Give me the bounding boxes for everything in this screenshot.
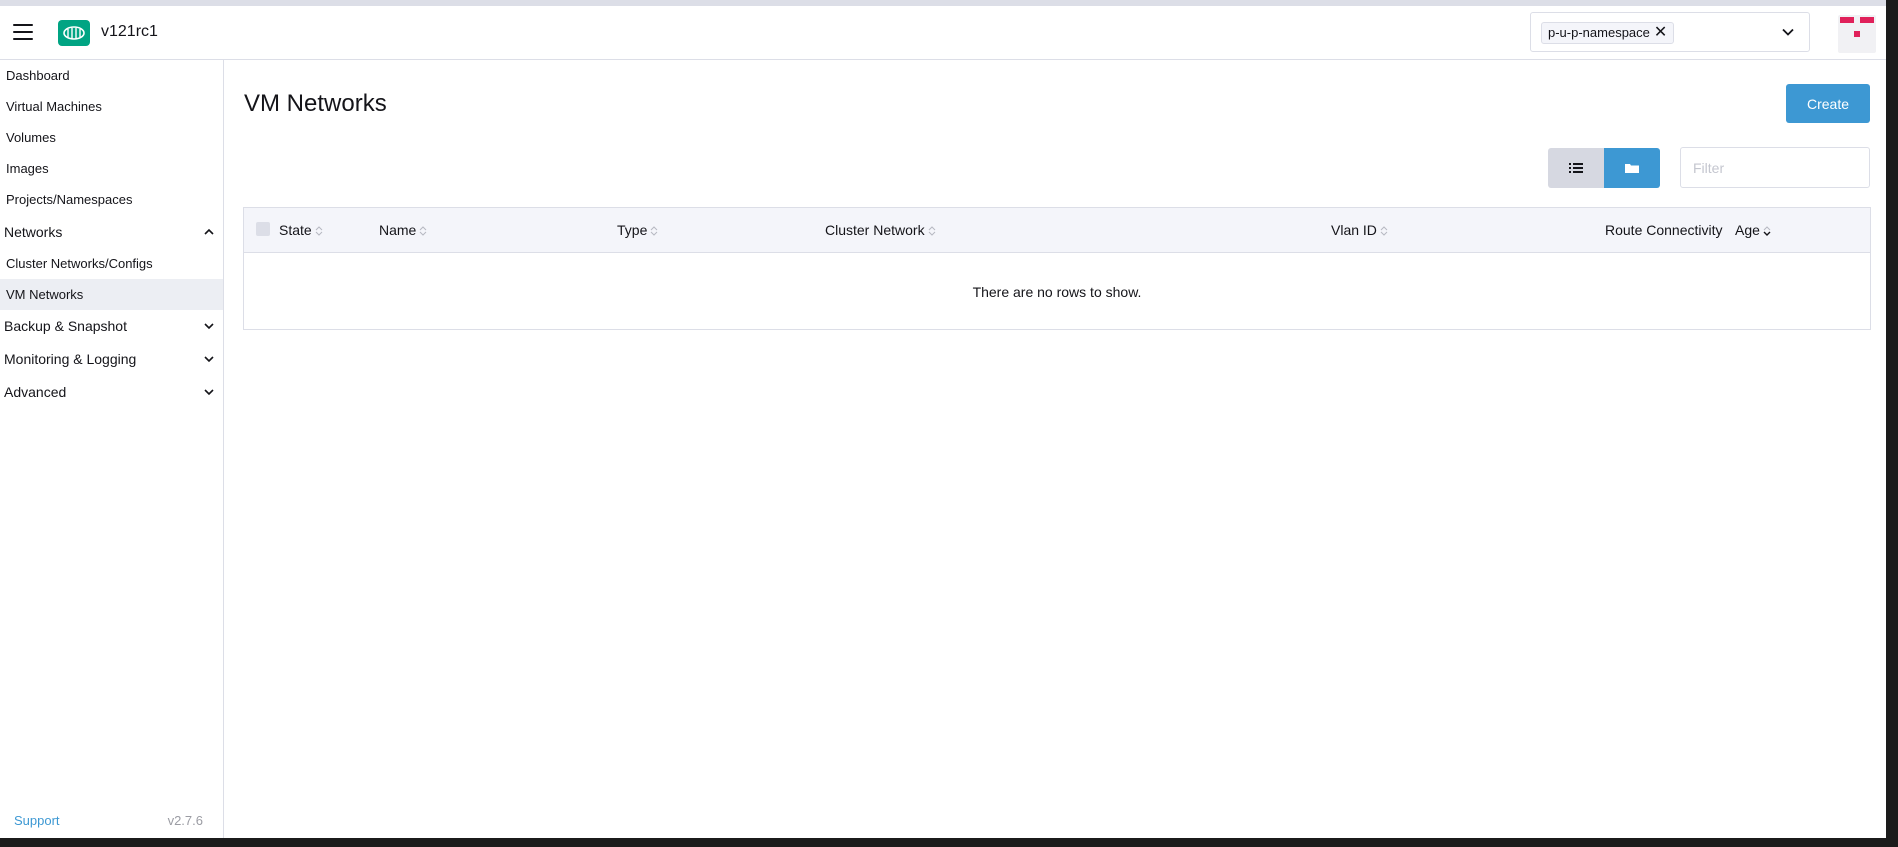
- sort-icon: [1380, 225, 1388, 236]
- column-label: Vlan ID: [1331, 222, 1377, 238]
- cluster-name: v121rc1: [101, 23, 158, 40]
- top-header: v121rc1 p-u-p-namespace ✕: [0, 0, 1886, 60]
- hamburger-icon[interactable]: [13, 24, 33, 40]
- folder-icon: [1625, 164, 1639, 173]
- sort-icon: [1763, 225, 1771, 236]
- view-mode-toggle: [1548, 148, 1660, 188]
- list-icon: [1569, 163, 1583, 173]
- sort-icon: [651, 225, 658, 236]
- sidebar-item-virtual-machines[interactable]: Virtual Machines: [0, 91, 223, 122]
- sidebar-group-networks[interactable]: Networks: [0, 216, 223, 248]
- sidebar-nav: Dashboard Virtual Machines Volumes Image…: [0, 60, 224, 838]
- namespace-chip-label: p-u-p-namespace: [1548, 25, 1650, 40]
- column-header-state[interactable]: State: [279, 208, 323, 253]
- version-label: v2.7.6: [167, 813, 203, 828]
- chevron-down-icon[interactable]: [1781, 25, 1795, 39]
- sidebar-item-dashboard[interactable]: Dashboard: [0, 60, 223, 91]
- chevron-down-icon: [204, 356, 214, 363]
- chevron-down-icon: [204, 323, 214, 330]
- user-avatar[interactable]: [1838, 15, 1876, 53]
- column-header-name[interactable]: Name: [379, 208, 427, 253]
- sidebar-group-label: Monitoring & Logging: [4, 351, 137, 367]
- sort-icon: [315, 225, 323, 236]
- sidebar-group-label: Backup & Snapshot: [4, 318, 127, 334]
- column-header-type[interactable]: Type: [617, 208, 658, 253]
- sort-icon: [928, 225, 935, 236]
- column-header-route-connectivity: Route Connectivity: [1605, 208, 1723, 253]
- table-header: State Name Type Cluster Network Vlan ID …: [244, 208, 1870, 253]
- column-label: Route Connectivity: [1605, 222, 1723, 238]
- create-button[interactable]: Create: [1786, 84, 1870, 123]
- column-label: Name: [379, 222, 417, 238]
- list-view-button[interactable]: [1548, 148, 1604, 188]
- sidebar-group-backup-snapshot[interactable]: Backup & Snapshot: [0, 310, 223, 342]
- sidebar-item-cluster-networks[interactable]: Cluster Networks/Configs: [0, 248, 223, 279]
- column-header-cluster-network[interactable]: Cluster Network: [825, 208, 936, 253]
- group-view-button[interactable]: [1604, 148, 1660, 188]
- column-label: Type: [617, 222, 648, 238]
- sidebar-group-monitoring-logging[interactable]: Monitoring & Logging: [0, 343, 223, 375]
- namespace-filter-select[interactable]: p-u-p-namespace ✕: [1530, 12, 1810, 52]
- vm-networks-table: State Name Type Cluster Network Vlan ID …: [243, 207, 1871, 330]
- column-label: State: [279, 222, 312, 238]
- column-label: Cluster Network: [825, 222, 925, 238]
- sidebar-group-label: Networks: [4, 224, 63, 240]
- sidebar-item-projects-namespaces[interactable]: Projects/Namespaces: [0, 184, 223, 215]
- sidebar-item-vm-networks[interactable]: VM Networks: [0, 279, 223, 310]
- chevron-up-icon: [204, 228, 214, 235]
- sidebar-group-advanced[interactable]: Advanced: [0, 376, 223, 408]
- column-header-age[interactable]: Age: [1735, 208, 1771, 253]
- close-icon[interactable]: ✕: [1654, 23, 1667, 43]
- chevron-down-icon: [204, 389, 214, 396]
- empty-table-message: There are no rows to show.: [972, 284, 1142, 300]
- select-all-checkbox[interactable]: [256, 222, 270, 236]
- column-header-vlan-id[interactable]: Vlan ID: [1331, 208, 1388, 253]
- filter-input[interactable]: [1680, 147, 1870, 188]
- sidebar-item-images[interactable]: Images: [0, 153, 223, 184]
- sort-icon: [420, 225, 427, 236]
- sidebar-item-volumes[interactable]: Volumes: [0, 122, 223, 153]
- column-label: Age: [1735, 222, 1760, 238]
- sidebar-group-label: Advanced: [4, 384, 67, 400]
- page-title: VM Networks: [244, 90, 387, 117]
- app-window: v121rc1 p-u-p-namespace ✕ Dashboard Virt…: [0, 0, 1886, 838]
- harvester-logo-icon[interactable]: [58, 20, 90, 46]
- namespace-chip: p-u-p-namespace ✕: [1541, 22, 1675, 44]
- support-link[interactable]: Support: [14, 813, 60, 828]
